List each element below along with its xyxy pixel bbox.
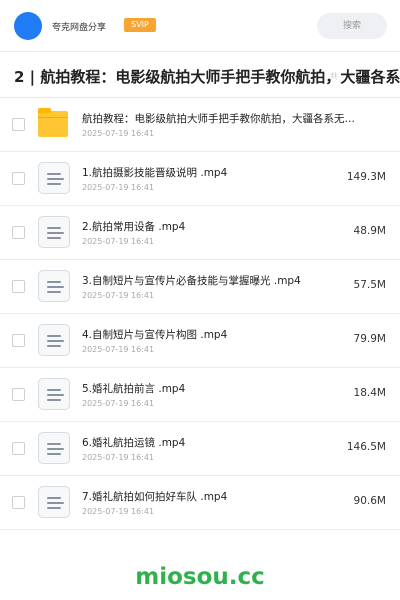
file-date: 2025-07-19 16:41 xyxy=(82,129,155,138)
file-date: 2025-07-19 16:41 xyxy=(82,291,155,300)
svip-badge: SVIP xyxy=(124,18,156,32)
file-row[interactable]: 4.自制短片与宣传片构图 .mp4 2025-07-19 16:41 79.9M xyxy=(0,314,400,368)
file-row[interactable]: 5.婚礼航拍前言 .mp4 2025-07-19 16:41 18.4M xyxy=(0,368,400,422)
file-name[interactable]: 航拍教程：电影级航拍大师手把手教你航拍，大疆各系无… xyxy=(82,111,372,126)
file-list: 航拍教程：电影级航拍大师手把手教你航拍，大疆各系无… 2025-07-19 16… xyxy=(0,98,400,530)
file-row[interactable]: 7.婚礼航拍如何拍好车队 .mp4 2025-07-19 16:41 90.6M xyxy=(0,476,400,530)
file-name[interactable]: 7.婚礼航拍如何拍好车队 .mp4 xyxy=(82,489,227,504)
avatar[interactable] xyxy=(14,12,42,40)
row-checkbox[interactable] xyxy=(12,388,25,401)
file-row[interactable]: 6.婚礼航拍运镜 .mp4 2025-07-19 16:41 146.5M xyxy=(0,422,400,476)
row-checkbox[interactable] xyxy=(12,226,25,239)
file-date: 2025-07-19 16:41 xyxy=(82,237,155,246)
top-header: 夸克网盘分享 SVIP 搜索 xyxy=(0,0,400,52)
file-size: 18.4M xyxy=(353,387,386,399)
file-row[interactable]: 3.自制短片与宣传片必备技能与掌握曝光 .mp4 2025-07-19 16:4… xyxy=(0,260,400,314)
file-size: 149.3M xyxy=(346,171,386,183)
title-bar: 2 | 航拍教程：电影级航拍大师手把手教你航拍，大疆各系无人机 共 xyxy=(0,52,400,98)
file-date: 2025-07-19 16:41 xyxy=(82,183,155,192)
sharer-name[interactable]: 夸克网盘分享 xyxy=(52,20,106,33)
file-name[interactable]: 5.婚礼航拍前言 .mp4 xyxy=(82,381,185,396)
folder-icon xyxy=(38,108,70,140)
file-row[interactable]: 1.航拍摄影技能晋级说明 .mp4 2025-07-19 16:41 149.3… xyxy=(0,152,400,206)
row-checkbox[interactable] xyxy=(12,442,25,455)
search-button[interactable]: 搜索 xyxy=(317,13,387,39)
file-name[interactable]: 4.自制短片与宣传片构图 .mp4 xyxy=(82,327,227,342)
file-icon xyxy=(38,270,70,302)
row-checkbox[interactable] xyxy=(12,334,25,347)
folder-row[interactable]: 航拍教程：电影级航拍大师手把手教你航拍，大疆各系无… 2025-07-19 16… xyxy=(0,98,400,152)
file-icon xyxy=(38,216,70,248)
watermark: miosou.cc xyxy=(135,564,265,590)
file-size: 146.5M xyxy=(346,441,386,453)
file-name[interactable]: 3.自制短片与宣传片必备技能与掌握曝光 .mp4 xyxy=(82,273,301,288)
file-size: 79.9M xyxy=(353,333,386,345)
file-date: 2025-07-19 16:41 xyxy=(82,345,155,354)
file-size: 90.6M xyxy=(353,495,386,507)
share-tag: 共 xyxy=(330,72,338,81)
file-icon xyxy=(38,486,70,518)
file-icon xyxy=(38,378,70,410)
file-name[interactable]: 1.航拍摄影技能晋级说明 .mp4 xyxy=(82,165,227,180)
file-icon xyxy=(38,324,70,356)
file-date: 2025-07-19 16:41 xyxy=(82,399,155,408)
row-checkbox[interactable] xyxy=(12,172,25,185)
file-name[interactable]: 2.航拍常用设备 .mp4 xyxy=(82,219,185,234)
row-checkbox[interactable] xyxy=(12,496,25,509)
file-size: 48.9M xyxy=(353,225,386,237)
file-icon xyxy=(38,432,70,464)
file-size: 57.5M xyxy=(353,279,386,291)
file-icon xyxy=(38,162,70,194)
file-row[interactable]: 2.航拍常用设备 .mp4 2025-07-19 16:41 48.9M xyxy=(0,206,400,260)
row-checkbox[interactable] xyxy=(12,118,25,131)
file-name[interactable]: 6.婚礼航拍运镜 .mp4 xyxy=(82,435,185,450)
file-date: 2025-07-19 16:41 xyxy=(82,453,155,462)
file-date: 2025-07-19 16:41 xyxy=(82,507,155,516)
row-checkbox[interactable] xyxy=(12,280,25,293)
page-title: 2 | 航拍教程：电影级航拍大师手把手教你航拍，大疆各系无人机 xyxy=(14,68,400,86)
